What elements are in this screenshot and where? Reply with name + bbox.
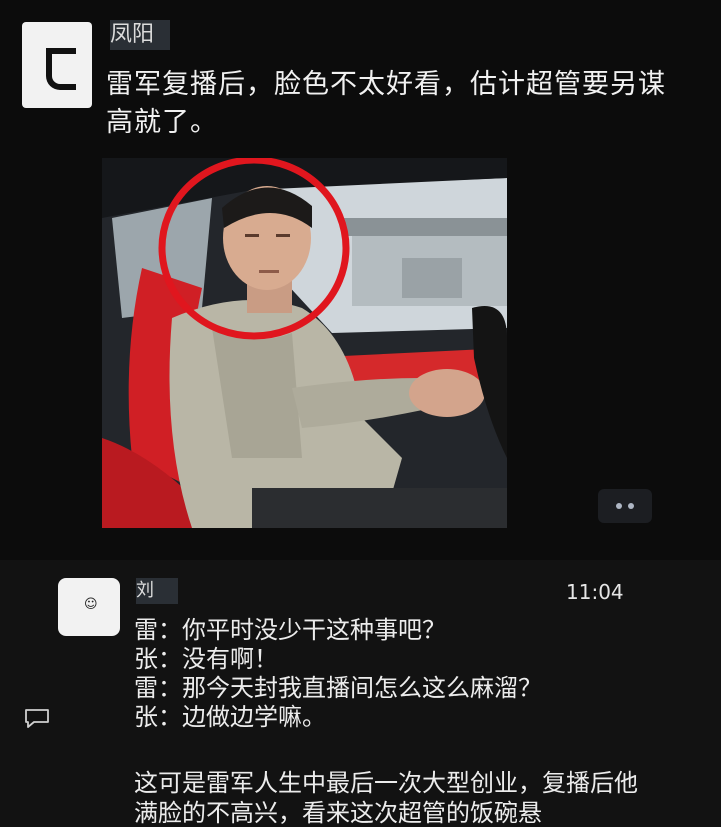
video-thumbnail[interactable]	[102, 158, 507, 528]
post2-paragraph: 这可是雷军人生中最后一次大型创业，复播后他满脸的不高兴，看来这次超管的饭碗悬	[134, 769, 638, 827]
more-options-button[interactable]	[598, 489, 652, 523]
more-dots-icon-2	[628, 503, 634, 509]
post2-username[interactable]: 刘	[136, 578, 178, 604]
avatar-2[interactable]: ☺	[58, 578, 120, 636]
more-dots-icon	[616, 503, 622, 509]
feed-page: 凤阳 雷军复播后，脸色不太好看，估计超管要另谋高就了。 ☺ 刘 11:04 雷：…	[0, 0, 721, 827]
post-username[interactable]: 凤阳	[110, 20, 170, 50]
avatar-logo-icon	[46, 48, 76, 90]
thumbnail-image	[102, 158, 507, 528]
dialogue-line: 张：边做边学嘛。	[134, 703, 326, 731]
comment-icon[interactable]	[24, 708, 50, 728]
dialogue-line: 张：没有啊！	[134, 645, 278, 673]
smile-icon: ☺	[84, 597, 98, 612]
dialogue-line: 雷：你平时没少干这种事吧？	[134, 616, 446, 644]
post-text: 雷军复播后，脸色不太好看，估计超管要另谋高就了。	[106, 69, 666, 138]
post-timestamp: 11:04	[566, 580, 624, 604]
dialogue-line: 雷：那今天封我直播间怎么这么麻溜？	[134, 674, 542, 702]
dialogue-lines: 雷：你平时没少干这种事吧？ 张：没有啊！ 雷：那今天封我直播间怎么这么麻溜？ 张…	[134, 616, 654, 732]
avatar[interactable]	[22, 22, 92, 108]
